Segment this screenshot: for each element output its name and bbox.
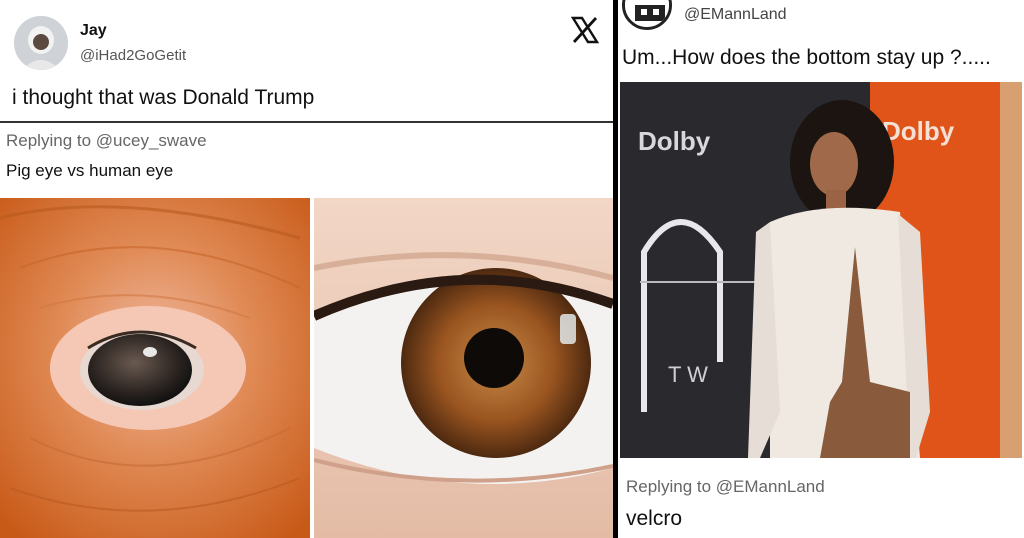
replying-to-line: Replying to @ucey_swave (6, 131, 207, 151)
backdrop-dolby-2: Dolby (882, 116, 955, 146)
author-handle[interactable]: @EMannLand (684, 6, 787, 24)
quoted-tweet-text: Pig eye vs human eye (6, 161, 174, 180)
replying-to-line: Replying to @EMannLand (626, 477, 825, 497)
avatar[interactable] (622, 0, 672, 30)
backdrop-tw: T W (668, 362, 708, 387)
tweet-header: Jay @iHad2GoGetit i thought that was Don… (0, 0, 613, 122)
divider (0, 121, 613, 123)
x-logo-icon[interactable] (569, 14, 601, 46)
red-carpet-photo[interactable]: Dolby Dolby T W (620, 82, 1022, 458)
avatar[interactable] (14, 16, 68, 70)
human-eye-photo[interactable] (314, 198, 613, 538)
tweet-text: i thought that was Donald Trump (12, 86, 315, 109)
author-handle[interactable]: @iHad2GoGetit (80, 47, 186, 64)
left-tweet-card: Jay @iHad2GoGetit i thought that was Don… (0, 0, 613, 538)
pig-eye-photo[interactable] (0, 198, 310, 538)
author-name[interactable]: Jay (80, 22, 107, 40)
reply-mention-link[interactable]: @EMannLand (716, 477, 825, 496)
reply-mention-link[interactable]: @ucey_swave (96, 131, 207, 150)
tweet-text: Um...How does the bottom stay up ?..... (622, 46, 991, 69)
right-tweet-card: @EMannLand Um...How does the bottom stay… (618, 0, 1024, 538)
backdrop-dolby-1: Dolby (638, 126, 711, 156)
reply-prefix: Replying to (6, 131, 96, 150)
reply-text: velcro (626, 507, 683, 530)
reply-prefix: Replying to (626, 477, 716, 496)
